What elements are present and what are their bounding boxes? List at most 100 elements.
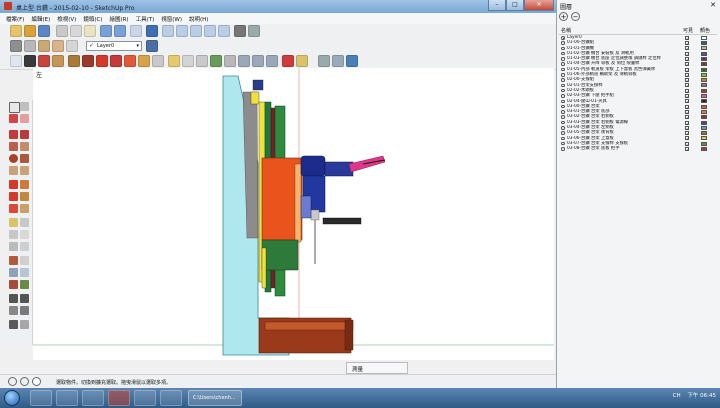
visible-checkbox[interactable]: ✓ (685, 88, 689, 93)
previous-tool-icon[interactable] (20, 280, 29, 289)
save-icon[interactable] (38, 25, 50, 37)
active-layer-radio[interactable] (561, 41, 565, 45)
top-view-icon[interactable] (176, 25, 188, 37)
visible-checkbox[interactable]: ✓ (685, 83, 689, 88)
print-icon[interactable] (130, 25, 142, 37)
active-layer-radio[interactable] (561, 51, 565, 56)
active-layer-radio[interactable] (561, 126, 565, 130)
layer-color-swatch[interactable] (701, 136, 707, 141)
credits-icon[interactable] (20, 377, 29, 386)
position-camera-icon[interactable] (9, 294, 18, 303)
layer-color-swatch[interactable] (701, 115, 707, 120)
visible-checkbox[interactable]: ✓ (685, 62, 689, 67)
menu-edit[interactable]: 編輯(E) (31, 15, 50, 23)
move-tool-icon[interactable] (9, 180, 18, 189)
geo-location-icon[interactable] (8, 377, 17, 386)
xray-icon[interactable] (248, 25, 260, 37)
close-button[interactable]: ✕ (524, 0, 554, 11)
visible-checkbox[interactable]: ✓ (685, 78, 689, 83)
push-pull-tool-icon[interactable] (20, 180, 29, 189)
next-view-icon[interactable] (296, 55, 308, 67)
freehand-tool-icon[interactable] (20, 130, 29, 139)
visible-checkbox[interactable]: ✓ (685, 72, 689, 77)
visible-checkbox[interactable]: ✓ (685, 99, 689, 104)
section-plane-icon[interactable] (346, 55, 358, 67)
layer-color-swatch[interactable] (701, 131, 707, 136)
cut-icon[interactable] (56, 25, 68, 37)
text-tool-icon[interactable] (20, 230, 29, 239)
header-visible[interactable]: 可見 (683, 27, 693, 34)
visible-checkbox[interactable]: ✓ (685, 56, 689, 61)
layer-color-swatch[interactable] (701, 120, 707, 125)
line-tool-icon[interactable] (9, 130, 18, 139)
move-icon[interactable] (110, 55, 122, 67)
layer-color-swatch[interactable] (701, 67, 707, 72)
active-layer-radio[interactable] (561, 99, 565, 104)
taskbar-sketchup-icon[interactable] (108, 390, 130, 406)
undo-icon[interactable] (100, 25, 112, 37)
panel-close-icon[interactable]: ✕ (710, 1, 716, 9)
layer-row[interactable]: 03-08-台鑽 台架 底板 把手 ✓ (559, 146, 717, 152)
language-indicator[interactable]: CH (673, 393, 681, 399)
redo-icon[interactable] (114, 25, 126, 37)
layer-dropdown[interactable]: ✓ Layer0 ▾ (86, 41, 142, 51)
copy-icon[interactable] (70, 25, 82, 37)
layer-color-swatch[interactable] (701, 46, 707, 51)
sketchup-app-icon[interactable] (4, 2, 12, 10)
follow-me-icon[interactable] (20, 192, 29, 201)
layer-color-swatch[interactable] (701, 104, 707, 109)
header-color[interactable]: 顏色 (700, 27, 710, 34)
start-button[interactable] (4, 390, 20, 406)
active-layer-radio[interactable] (561, 110, 565, 114)
circle-tool-icon[interactable] (9, 154, 18, 163)
open-file-icon[interactable] (24, 25, 36, 37)
taskbar-folder-window[interactable]: C:\Users\chenh... (188, 390, 242, 406)
make-component-icon[interactable] (20, 102, 29, 111)
layer-color-swatch[interactable] (701, 83, 707, 88)
header-name[interactable]: 名稱 (561, 27, 571, 34)
scale-icon[interactable] (138, 55, 150, 67)
taskbar-explorer-icon[interactable] (56, 390, 78, 406)
zoom-icon[interactable] (238, 55, 250, 67)
maximize-button[interactable]: □ (506, 0, 524, 11)
active-layer-radio[interactable] (561, 46, 565, 51)
layer-color-swatch[interactable] (701, 147, 707, 152)
layer-color-swatch[interactable] (701, 35, 707, 40)
monochrome-icon[interactable] (66, 40, 78, 52)
visible-checkbox[interactable]: ✓ (685, 104, 689, 109)
paint-tool-icon[interactable] (9, 114, 18, 123)
taskbar-app5-icon[interactable] (134, 390, 156, 406)
protractor-tool-icon[interactable] (9, 230, 18, 239)
front-view-icon[interactable] (190, 25, 202, 37)
walk-mode-icon[interactable] (9, 320, 18, 329)
rectangle-icon[interactable] (68, 55, 80, 67)
layer-color-swatch[interactable] (701, 56, 707, 61)
active-layer-radio[interactable] (561, 73, 565, 77)
eraser-tool-icon[interactable] (20, 114, 29, 123)
tape-tool-icon[interactable] (9, 218, 18, 227)
zoom-window-icon[interactable] (252, 55, 264, 67)
wireframe-icon[interactable] (10, 40, 22, 52)
active-layer-radio[interactable] (561, 131, 565, 135)
circle-icon[interactable] (82, 55, 94, 67)
visible-checkbox[interactable]: ✓ (685, 125, 689, 130)
visible-checkbox[interactable]: ✓ (685, 109, 689, 114)
active-layer-radio[interactable] (561, 94, 565, 98)
menu-view[interactable]: 檢視(V) (57, 15, 76, 23)
paste-icon[interactable] (84, 25, 96, 37)
model-info-icon[interactable] (146, 25, 158, 37)
arc-tool-icon[interactable] (9, 166, 18, 175)
left-view-icon[interactable] (234, 25, 246, 37)
move-view-icon[interactable] (20, 320, 29, 329)
layer-color-swatch[interactable] (701, 125, 707, 130)
back-view-icon[interactable] (218, 25, 230, 37)
delete-layer-icon[interactable]: − (571, 12, 580, 21)
active-layer-radio[interactable] (561, 88, 565, 93)
paint-bucket-icon[interactable] (52, 55, 64, 67)
active-layer-radio[interactable] (561, 36, 565, 40)
3d-text-icon[interactable] (20, 242, 29, 251)
active-layer-radio[interactable] (561, 141, 565, 146)
push-pull-icon[interactable] (96, 55, 108, 67)
active-layer-radio[interactable] (561, 67, 565, 72)
layer-color-swatch[interactable] (701, 94, 707, 99)
